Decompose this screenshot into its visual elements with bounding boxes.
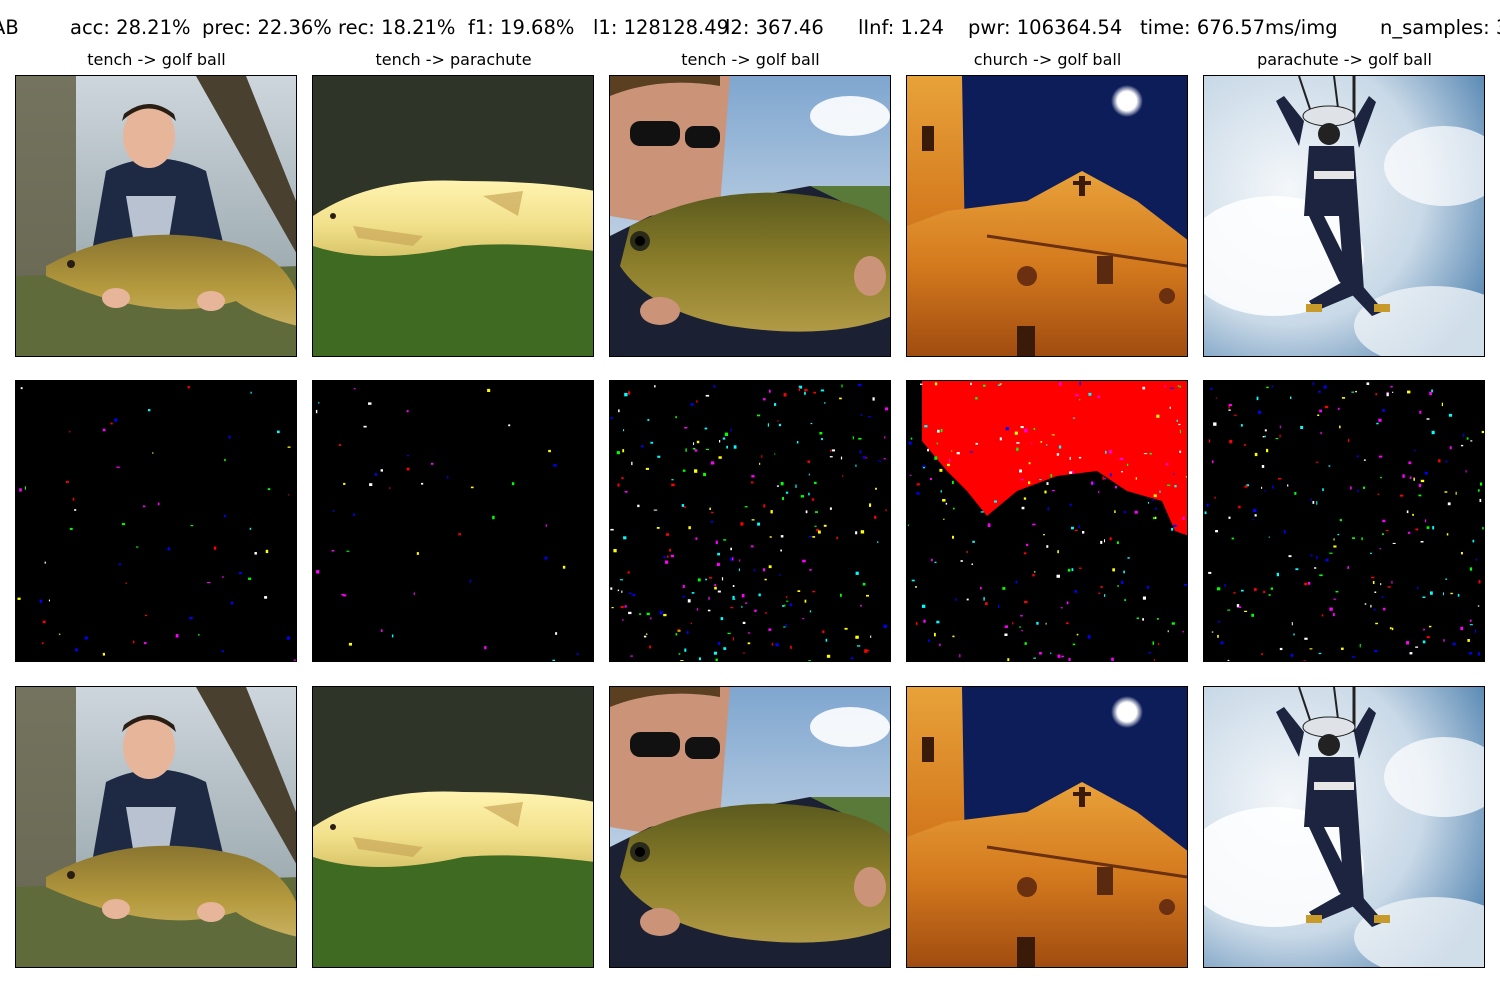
adversarial-image-3: [609, 686, 891, 968]
perturbation-map-3: [609, 380, 891, 662]
header-prefix: AB: [0, 16, 19, 39]
red-perturbation-region: [922, 381, 1187, 536]
f1-metric: f1: 19.68%: [468, 16, 575, 39]
linf-metric: lInf: 1.24: [858, 16, 944, 39]
l2-metric: l2: 367.46: [725, 16, 824, 39]
recall-metric: rec: 18.21%: [338, 16, 456, 39]
power-metric: pwr: 106364.54: [968, 16, 1123, 39]
column-title-3: tench -> golf ball: [681, 50, 820, 69]
perturbation-map-1: [15, 380, 297, 662]
perturbation-map-5: [1203, 380, 1485, 662]
time-metric: time: 676.57ms/img: [1140, 16, 1338, 39]
column-title-4: church -> golf ball: [973, 50, 1122, 69]
adversarial-image-4: [906, 686, 1188, 968]
n-samples-metric: n_samples: 3: [1380, 16, 1500, 39]
perturbation-map-4: [906, 380, 1188, 662]
adversarial-image-5: [1203, 686, 1485, 968]
column-title-2: tench -> parachute: [375, 50, 532, 69]
l1-metric: l1: 128128.49: [593, 16, 730, 39]
original-image-4: [906, 75, 1188, 357]
column-title-1: tench -> golf ball: [87, 50, 226, 69]
original-image-1: [15, 75, 297, 357]
accuracy-metric: acc: 28.21%: [70, 16, 191, 39]
original-image-3: [609, 75, 891, 357]
original-image-2: [312, 75, 594, 357]
precision-metric: prec: 22.36%: [202, 16, 332, 39]
adversarial-image-1: [15, 686, 297, 968]
column-title-5: parachute -> golf ball: [1257, 50, 1432, 69]
adversarial-image-2: [312, 686, 594, 968]
perturbation-map-2: [312, 380, 594, 662]
original-image-5: [1203, 75, 1485, 357]
